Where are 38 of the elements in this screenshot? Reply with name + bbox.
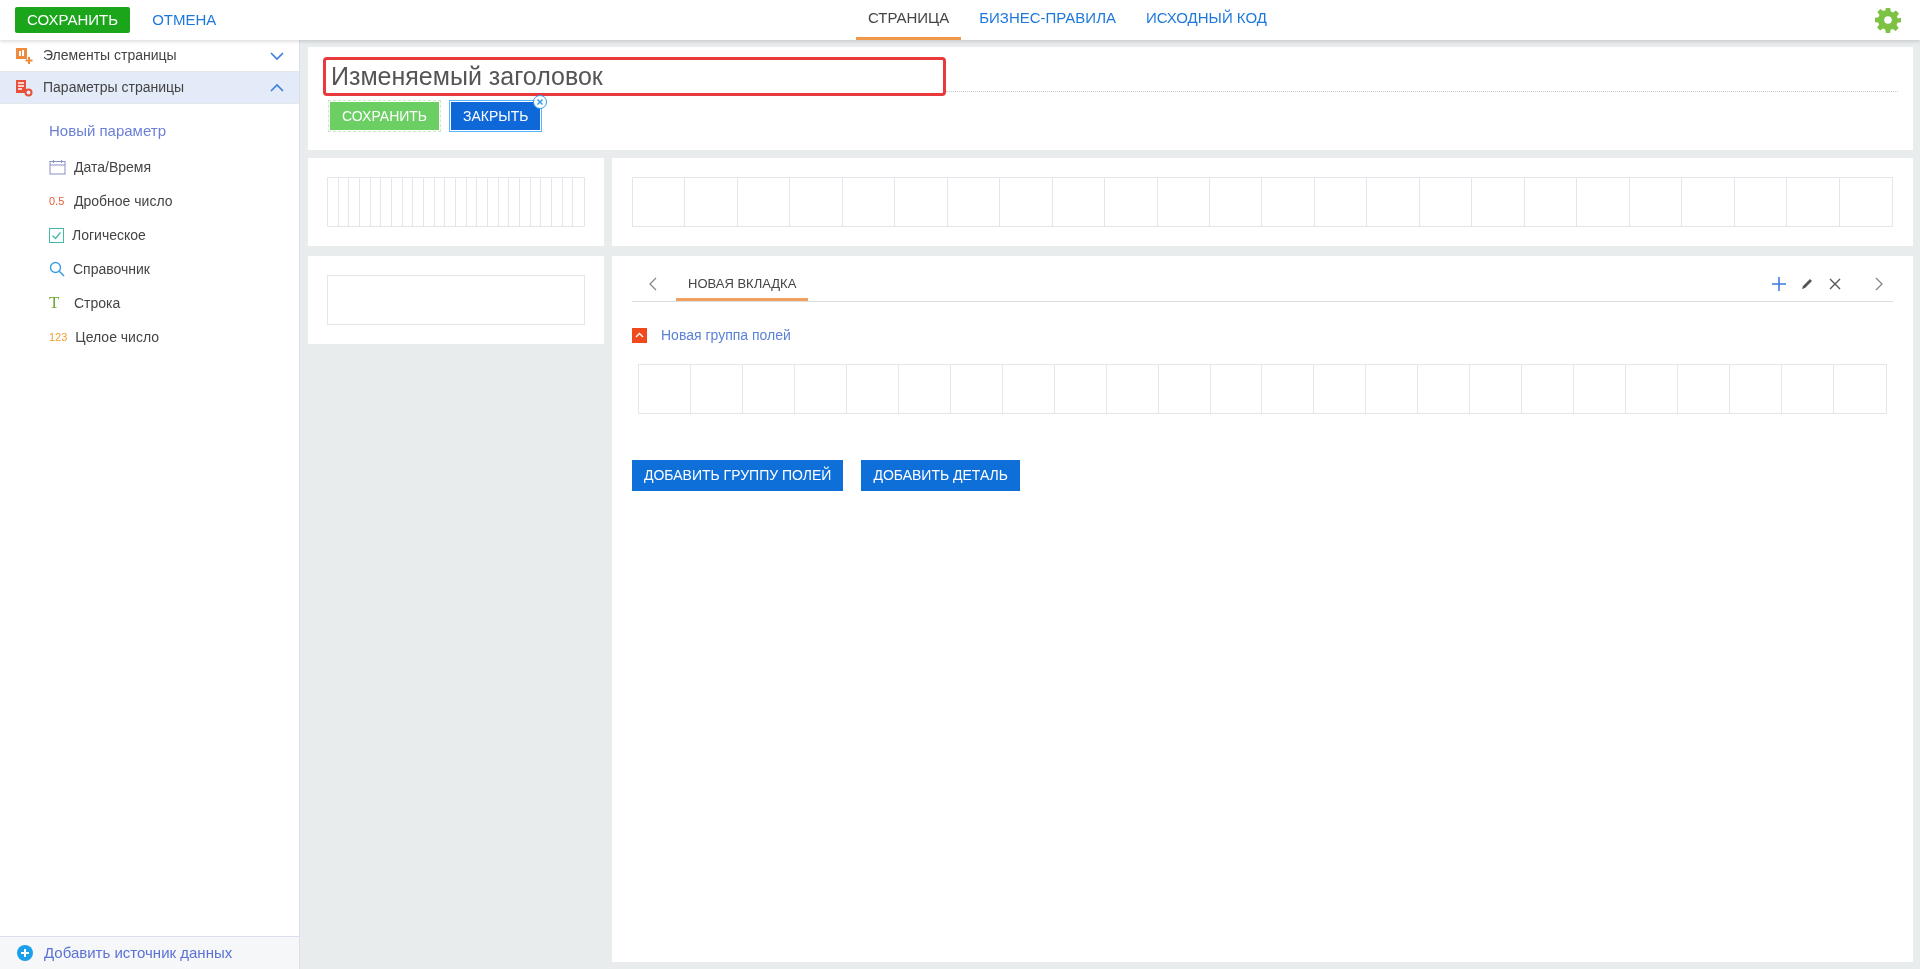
elements-icon: [15, 46, 33, 65]
close-icon[interactable]: [1827, 276, 1843, 292]
title-field[interactable]: Изменяемый заголовок: [323, 57, 946, 96]
close-button[interactable]: ЗАКРЫТЬ: [451, 102, 541, 130]
settings-icon[interactable]: [1875, 7, 1901, 33]
type-icon: 0.5: [49, 192, 66, 210]
parameter-item[interactable]: 123 Целое число: [49, 320, 160, 354]
parameter-item[interactable]: Логическое: [49, 218, 146, 252]
section-title: Параметры страницы: [43, 78, 186, 97]
parameter-item[interactable]: Дата/Время: [49, 150, 151, 184]
content-tab[interactable]: НОВАЯ ВКЛАДКА: [676, 270, 809, 301]
parameter-item[interactable]: T Строка: [49, 286, 121, 320]
calendar-icon: [49, 159, 66, 175]
add-field-group-button[interactable]: ДОБАВИТЬ ГРУППУ ПОЛЕЙ: [632, 460, 844, 491]
type-icon: 123: [49, 328, 68, 346]
search-icon: [49, 261, 65, 277]
section-title: Элементы страницы: [43, 46, 178, 65]
chevron-icon: [270, 50, 284, 61]
page-tab[interactable]: СТРАНИЦА: [856, 0, 962, 40]
parameter-item[interactable]: Справочник: [49, 252, 150, 286]
page-tab[interactable]: БИЗНЕС-ПРАВИЛА: [967, 0, 1128, 40]
checkbox-icon: [49, 227, 64, 243]
chevron-icon: [270, 82, 284, 93]
cancel-button[interactable]: ОТМЕНА: [150, 7, 219, 33]
plus-icon: [17, 945, 33, 961]
add-icon[interactable]: [1771, 276, 1787, 292]
field-group-title: Новая группа полей: [661, 326, 791, 345]
new-parameter-heading: Новый параметр: [49, 120, 166, 141]
parameter-item[interactable]: 0.5 Дробное число: [49, 184, 173, 218]
page-tab[interactable]: ИСХОДНЫЙ КОД: [1134, 0, 1279, 40]
collapse-toggle[interactable]: [632, 328, 647, 343]
add-data-source-button[interactable]: Добавить источник данных: [0, 936, 299, 969]
type-icon: T: [49, 290, 66, 316]
parameters-icon: [15, 78, 33, 97]
add-detail-button[interactable]: ДОБАВИТЬ ДЕТАЛЬ: [861, 460, 1020, 491]
sidebar-section-header[interactable]: Параметры страницы: [0, 72, 299, 104]
pencil-icon[interactable]: [1799, 276, 1815, 292]
chevron-left-icon[interactable]: [648, 277, 658, 291]
